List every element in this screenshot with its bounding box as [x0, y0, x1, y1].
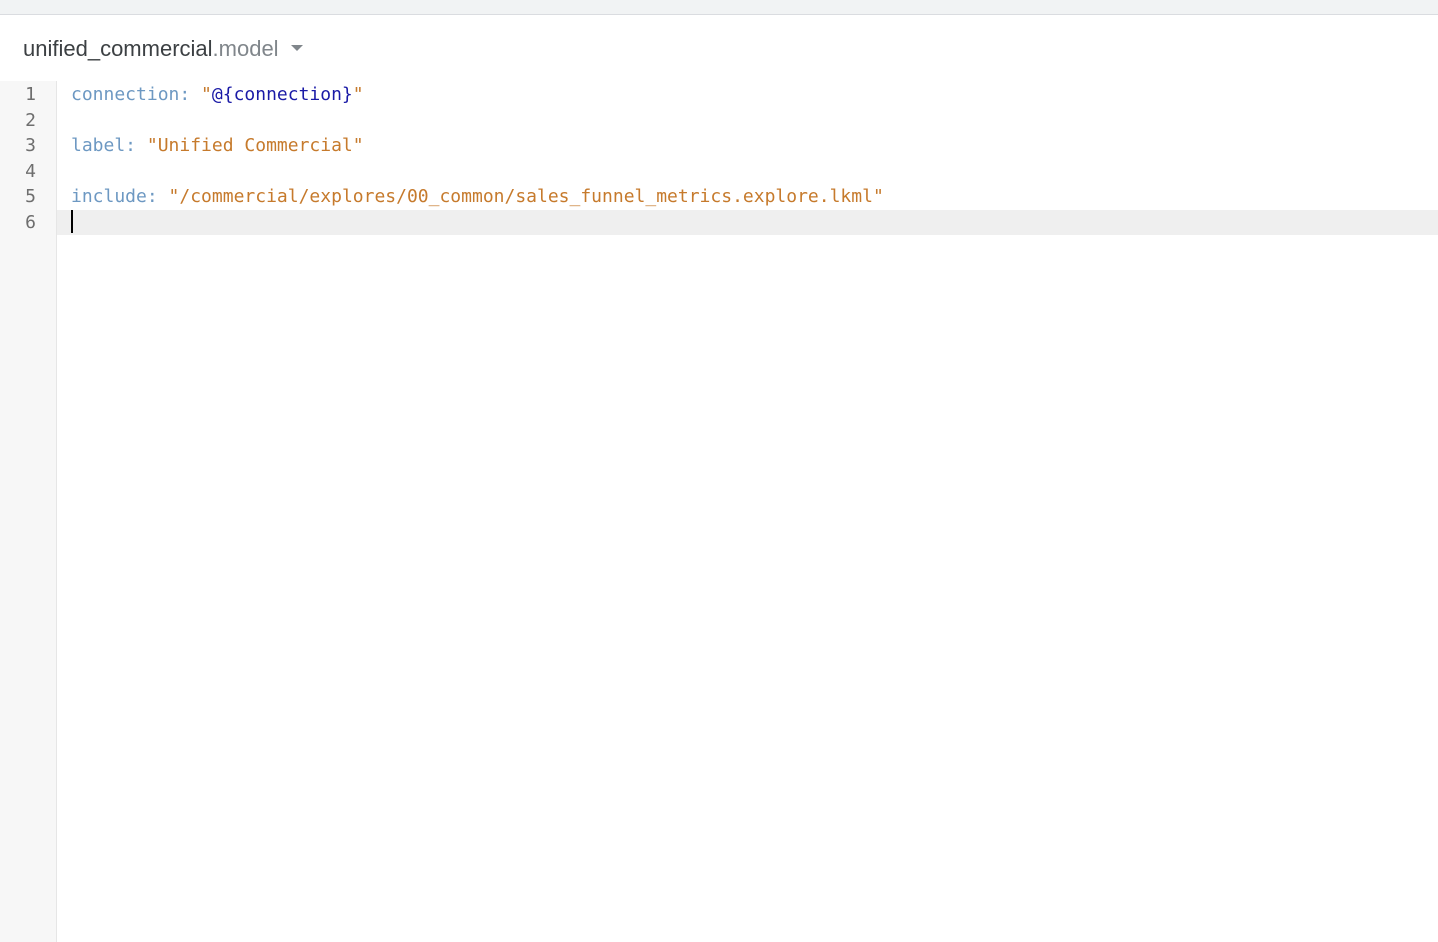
- lookml-key: include:: [71, 186, 169, 207]
- code-text-area[interactable]: connection: "@{connection}" label: "Unif…: [57, 81, 1438, 942]
- code-editor: 1 2 3 4 5 6 connection: "@{connection}" …: [0, 81, 1438, 942]
- line-number: 5: [25, 186, 36, 207]
- top-toolbar-strip: [0, 0, 1438, 15]
- line-number: 1: [25, 84, 36, 105]
- substitution-value: @{connection}: [211, 84, 353, 105]
- string-value: "Unified Commercial": [146, 135, 364, 156]
- lookml-key: connection:: [71, 84, 202, 105]
- code-line-6-active[interactable]: [57, 209, 1438, 235]
- file-name: unified_commercial: [23, 36, 213, 61]
- line-number: 4: [25, 160, 36, 182]
- line-number: 6: [25, 211, 36, 233]
- string-value: "/commercial/explores/00_common/sales_fu…: [168, 186, 884, 207]
- code-line-5[interactable]: include: "/commercial/explores/00_common…: [57, 184, 1438, 210]
- file-extension: .model: [212, 36, 279, 61]
- code-line-2[interactable]: [57, 108, 1438, 134]
- code-line-4[interactable]: [57, 159, 1438, 185]
- lookml-key: label:: [71, 135, 147, 156]
- caret-down-icon: [290, 45, 303, 52]
- text-cursor: [71, 209, 73, 233]
- line-number-gutter: 1 2 3 4 5 6: [0, 81, 57, 942]
- string-quote: ": [352, 84, 364, 105]
- line-number: 2: [25, 109, 36, 131]
- code-line-1[interactable]: connection: "@{connection}": [57, 82, 1438, 108]
- string-quote: ": [201, 84, 212, 105]
- file-header: unified_commercial.model: [0, 15, 1438, 81]
- line-number: 3: [25, 135, 36, 156]
- code-line-3[interactable]: label: "Unified Commercial": [57, 133, 1438, 159]
- file-name-dropdown[interactable]: unified_commercial.model: [23, 35, 303, 63]
